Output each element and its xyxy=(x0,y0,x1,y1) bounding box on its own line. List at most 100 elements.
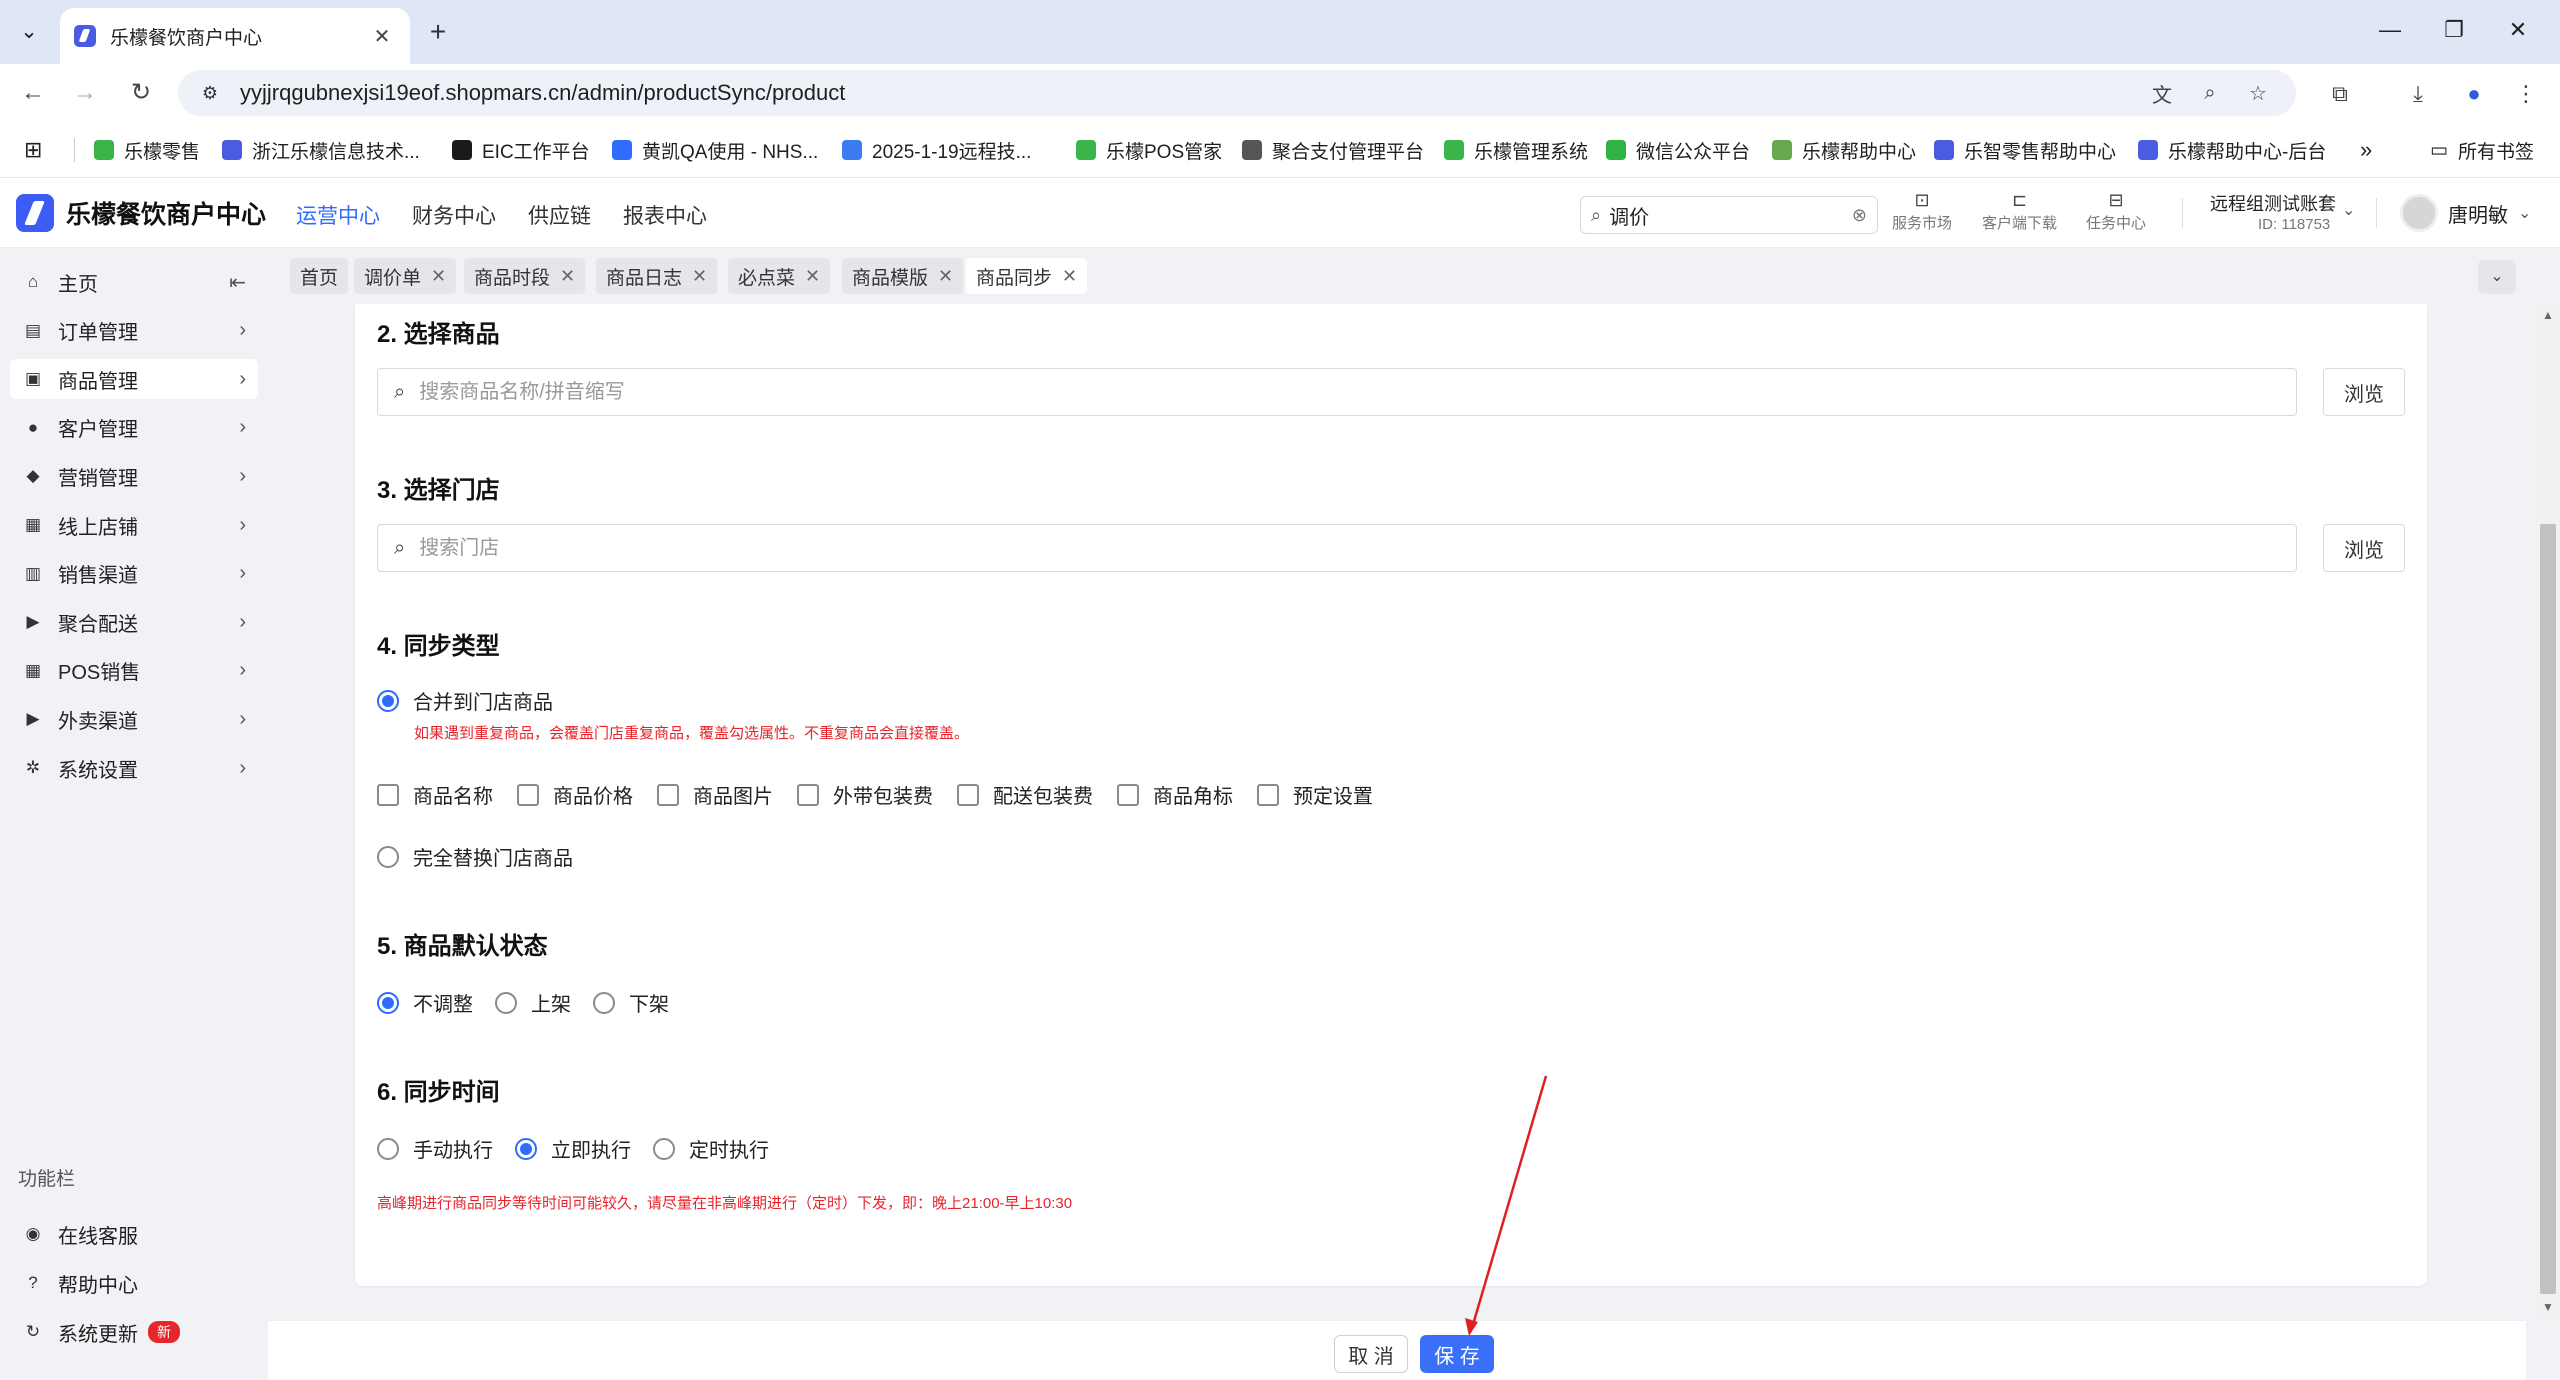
collapse-sidebar-icon[interactable]: ⇤ xyxy=(229,270,246,295)
checkbox[interactable] xyxy=(1117,783,1139,806)
browse-products-button[interactable]: 浏览 xyxy=(2323,368,2405,416)
merge-field-option[interactable]: 预定设置 xyxy=(1257,780,1373,809)
radio-replace[interactable]: 完全替换门店商品 xyxy=(377,842,573,871)
tab-page[interactable]: 商品同步 ✕ xyxy=(966,258,1088,294)
client-download-button[interactable]: ⊏ 客户端下载 xyxy=(1982,190,2057,233)
bookmark-item[interactable]: 浙江乐檬信息技术... xyxy=(222,136,420,164)
sidebar-item[interactable]: ▶ 聚合配送 › xyxy=(10,602,258,642)
topnav-reports[interactable]: 报表中心 xyxy=(623,200,707,230)
merge-field-option[interactable]: 商品价格 xyxy=(517,780,633,809)
sync-time-option[interactable]: 立即执行 xyxy=(515,1134,631,1163)
address-bar[interactable]: ⚙ yyjjrqgubnexjsi19eof.shopmars.cn/admin… xyxy=(178,70,2296,116)
sidebar-item[interactable]: ▤ 订单管理 › xyxy=(10,311,258,351)
sidebar-item[interactable]: ✲ 系统设置 › xyxy=(10,748,258,788)
minimize-icon[interactable]: — xyxy=(2360,10,2420,50)
tab-page[interactable]: 商品模版 ✕ xyxy=(842,258,964,294)
save-button[interactable]: 保 存 xyxy=(1420,1335,1494,1373)
sidebar-item[interactable]: ▥ 销售渠道 › xyxy=(10,554,258,594)
sidebar-item[interactable]: ▶ 外卖渠道 › xyxy=(10,699,258,739)
sidebar-footer-item[interactable]: ↻ 系统更新新 xyxy=(10,1312,258,1352)
zoom-icon[interactable]: ⌕ xyxy=(2192,82,2228,105)
sidebar-item[interactable]: ▣ 商品管理 › xyxy=(10,359,258,400)
close-icon[interactable]: ✕ xyxy=(692,266,707,287)
sidebar-item[interactable]: ● 客户管理 › xyxy=(10,408,258,448)
close-icon[interactable]: ✕ xyxy=(431,266,446,287)
radio-merge-input[interactable] xyxy=(377,689,399,712)
service-market-button[interactable]: ⊡ 服务市场 xyxy=(1892,190,1952,233)
store-search-input[interactable] xyxy=(419,536,2280,560)
address-url[interactable]: yyjjrqgubnexjsi19eof.shopmars.cn/admin/p… xyxy=(240,80,2132,106)
reload-icon[interactable]: ↻ xyxy=(122,74,160,112)
task-center-button[interactable]: ⊟ 任务中心 xyxy=(2086,190,2146,233)
browser-tab-active[interactable]: 乐檬餐饮商户中心 ✕ xyxy=(60,8,410,64)
sidebar-item[interactable]: ▦ 线上店铺 › xyxy=(10,505,258,545)
close-icon[interactable]: ✕ xyxy=(805,266,820,287)
chevron-down-icon[interactable]: ⌄ xyxy=(2342,200,2355,220)
bookmark-item[interactable]: 乐檬零售 xyxy=(94,136,200,164)
restore-icon[interactable]: ❐ xyxy=(2424,10,2484,50)
sidebar-item[interactable]: ◆ 营销管理 › xyxy=(10,456,258,496)
bookmark-item[interactable]: 乐智零售帮助中心 xyxy=(1934,136,2116,164)
radio-merge[interactable]: 合并到门店商品 xyxy=(377,686,553,715)
close-icon[interactable]: ✕ xyxy=(560,266,575,287)
sidebar-item[interactable]: ⌂ 主页 ⇤ xyxy=(10,262,258,302)
forward-icon[interactable]: → xyxy=(66,74,104,112)
sync-time-option[interactable]: 手动执行 xyxy=(377,1134,493,1163)
merge-field-option[interactable]: 商品角标 xyxy=(1117,780,1233,809)
bookmark-item[interactable]: 乐檬POS管家 xyxy=(1076,136,1222,164)
bookmark-star-icon[interactable]: ☆ xyxy=(2240,81,2276,106)
app-logo[interactable]: 乐檬餐饮商户中心 xyxy=(16,194,266,232)
close-icon[interactable]: ✕ xyxy=(1062,266,1077,287)
all-bookmarks-folder[interactable]: ▭ 所有书签 xyxy=(2430,136,2534,164)
site-info-icon[interactable]: ⚙ xyxy=(198,81,222,105)
tab-page[interactable]: 调价单 ✕ xyxy=(354,258,457,294)
sync-time-radio[interactable] xyxy=(515,1137,537,1160)
browse-stores-button[interactable]: 浏览 xyxy=(2323,524,2405,572)
topnav-supply-chain[interactable]: 供应链 xyxy=(528,200,591,230)
topnav-operations[interactable]: 运营中心 xyxy=(296,200,380,230)
bookmark-item[interactable]: 微信公众平台 xyxy=(1606,136,1750,164)
status-radio[interactable] xyxy=(593,991,615,1014)
tab-home[interactable]: 首页 xyxy=(290,258,349,294)
status-option[interactable]: 上架 xyxy=(495,988,571,1017)
sync-time-radio[interactable] xyxy=(653,1137,675,1160)
bookmark-item[interactable]: 2025-1-19远程技... xyxy=(842,136,1031,164)
bookmark-item[interactable]: 乐檬帮助中心 xyxy=(1772,136,1916,164)
translate-icon[interactable]: 文 xyxy=(2144,79,2180,108)
profile-icon[interactable]: ● xyxy=(2456,76,2492,112)
radio-replace-input[interactable] xyxy=(377,845,399,868)
checkbox[interactable] xyxy=(657,783,679,806)
close-tab-icon[interactable]: ✕ xyxy=(368,24,396,49)
bookmark-item[interactable]: 乐檬帮助中心-后台 xyxy=(2138,136,2326,164)
merge-field-option[interactable]: 商品名称 xyxy=(377,780,493,809)
tab-page[interactable]: 商品时段 ✕ xyxy=(464,258,586,294)
status-radio[interactable] xyxy=(377,991,399,1014)
close-window-icon[interactable]: ✕ xyxy=(2488,10,2548,50)
sidebar-footer-item[interactable]: ◉ 在线客服 xyxy=(10,1214,258,1254)
header-search-value[interactable]: 调价 xyxy=(1609,201,1852,230)
apps-grid-icon[interactable]: ⊞ xyxy=(24,136,42,164)
checkbox[interactable] xyxy=(957,783,979,806)
sidebar-footer-item[interactable]: ? 帮助中心 xyxy=(10,1263,258,1303)
bookmark-item[interactable]: EIC工作平台 xyxy=(452,136,590,164)
browser-menu-icon[interactable]: ⋮ xyxy=(2508,76,2544,112)
extensions-icon[interactable]: ⧉ xyxy=(2322,76,2358,112)
sync-time-radio[interactable] xyxy=(377,1137,399,1160)
user-menu[interactable]: 唐明敏 ⌄ xyxy=(2400,194,2531,232)
status-radio[interactable] xyxy=(495,991,517,1014)
clear-search-icon[interactable]: ⊗ xyxy=(1852,205,1867,226)
status-option[interactable]: 下架 xyxy=(593,988,669,1017)
merge-field-option[interactable]: 配送包装费 xyxy=(957,780,1093,809)
store-search-field[interactable]: ⌕ xyxy=(377,524,2297,572)
bookmark-item[interactable]: 聚合支付管理平台 xyxy=(1242,136,1424,164)
download-icon[interactable]: ⤓ xyxy=(2400,76,2436,112)
checkbox[interactable] xyxy=(517,783,539,806)
account-switcher[interactable]: 远程组测试账套 ID: 118753 xyxy=(2210,190,2336,233)
scroll-down-icon[interactable]: ▼ xyxy=(2536,1300,2560,1314)
sync-time-option[interactable]: 定时执行 xyxy=(653,1134,769,1163)
tabs-dropdown-icon[interactable]: ⌄ xyxy=(2478,260,2516,294)
scrollbar[interactable]: ▲ ▼ xyxy=(2536,304,2560,1320)
bookmark-item[interactable]: 乐檬管理系统 xyxy=(1444,136,1588,164)
status-option[interactable]: 不调整 xyxy=(377,988,473,1017)
header-search-input[interactable]: ⌕ 调价 ⊗ xyxy=(1580,196,1878,234)
